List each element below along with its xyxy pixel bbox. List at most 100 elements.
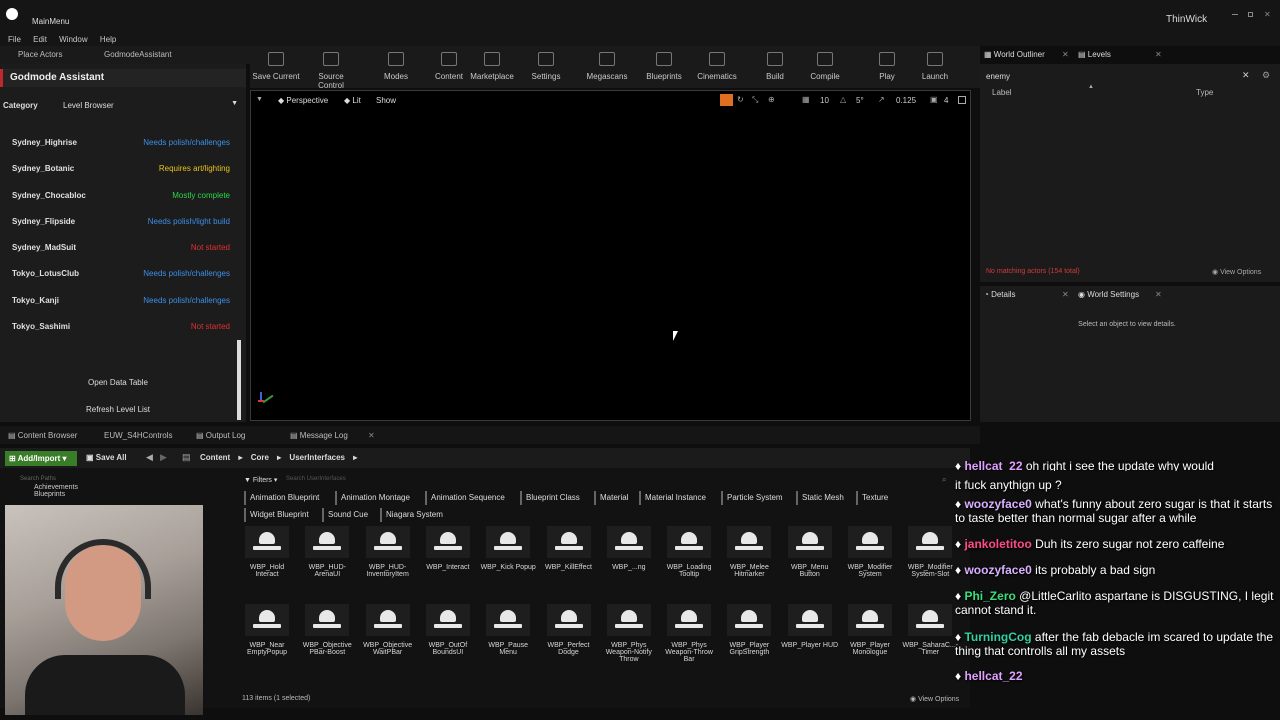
filter-chip[interactable]: Animation Sequence bbox=[425, 491, 509, 505]
filter-chip[interactable]: Widget Blueprint bbox=[244, 508, 313, 522]
asset-tile[interactable]: WBP_Menu Button bbox=[781, 526, 839, 592]
asset-tile[interactable]: WBP_Player HUD bbox=[781, 604, 839, 670]
filter-chip[interactable]: Niagara System bbox=[380, 508, 447, 522]
asset-tile[interactable]: WBP_OutOf BoundsUI bbox=[419, 604, 477, 670]
level-row[interactable]: Sydney_MadSuit Not started bbox=[12, 243, 230, 257]
scale-tool-icon[interactable]: ⤡ bbox=[752, 95, 758, 105]
close-tab-icon[interactable]: ✕ bbox=[1155, 50, 1162, 59]
filter-chip[interactable]: Particle System bbox=[721, 491, 787, 505]
tab-godmode-assistant[interactable]: GodmodeAssistant bbox=[104, 50, 172, 59]
breadcrumb-core[interactable]: Core bbox=[251, 453, 269, 462]
filter-chip[interactable]: Material Instance bbox=[639, 491, 710, 505]
level-row[interactable]: Sydney_Flipside Needs polish/light build bbox=[12, 217, 230, 231]
filter-chip[interactable]: Static Mesh bbox=[796, 491, 848, 505]
scale-snap-value[interactable]: 0.125 bbox=[896, 96, 916, 105]
asset-tile[interactable]: WBP_Phys Weapon-Notify Throw bbox=[600, 604, 658, 670]
asset-tile[interactable]: WBP_Player GripStrength bbox=[720, 604, 778, 670]
column-label[interactable]: Label bbox=[992, 88, 1012, 97]
level-viewport[interactable] bbox=[250, 90, 971, 421]
tree-item[interactable]: Achievements bbox=[26, 484, 78, 491]
filter-options-icon[interactable]: ⚙ bbox=[1262, 70, 1270, 81]
maximize-icon[interactable] bbox=[1248, 12, 1253, 17]
back-arrow-icon[interactable]: ◀ bbox=[146, 452, 153, 463]
asset-tile[interactable]: WBP_Player Monologue bbox=[841, 604, 899, 670]
cb-view-options[interactable]: ◉ View Options bbox=[910, 695, 959, 703]
asset-tile[interactable]: WBP_Hold Interact bbox=[238, 526, 296, 592]
level-row[interactable]: Sydney_Botanic Requires art/lighting bbox=[12, 164, 230, 178]
tab-world-outliner[interactable]: ▦ World Outliner bbox=[984, 50, 1045, 59]
level-row[interactable]: Tokyo_LotusClub Needs polish/challenges bbox=[12, 269, 230, 283]
asset-tile[interactable]: WBP_Objective PBar-Boost bbox=[298, 604, 356, 670]
menu-file[interactable]: File bbox=[8, 35, 21, 44]
launch-button[interactable]: Launch bbox=[909, 50, 961, 81]
angle-snap-value[interactable]: 5° bbox=[856, 96, 864, 105]
asset-tile[interactable]: WBP_Phys Weapon-Throw Bar bbox=[660, 604, 718, 670]
asset-tile[interactable]: WBP_Loading Tooltip bbox=[660, 526, 718, 592]
minimize-icon[interactable] bbox=[1232, 14, 1238, 15]
save-all-button[interactable]: ▣ Save All bbox=[86, 453, 127, 462]
build-button[interactable]: Build bbox=[749, 50, 801, 81]
modes-button[interactable]: Modes bbox=[370, 50, 422, 81]
filter-chip[interactable]: Material bbox=[594, 491, 632, 505]
close-icon[interactable]: ✕ bbox=[1264, 10, 1271, 19]
close-tab-icon[interactable]: ✕ bbox=[368, 431, 375, 440]
world-local-icon[interactable]: ⊕ bbox=[768, 95, 775, 104]
asset-tile[interactable]: WBP_Pause Menu bbox=[479, 604, 537, 670]
breadcrumb-content[interactable]: Content bbox=[200, 453, 230, 462]
asset-tile[interactable]: WBP_Objective WaitPBar bbox=[359, 604, 417, 670]
open-data-table-button[interactable]: Open Data Table bbox=[0, 378, 236, 387]
column-type[interactable]: Type bbox=[1196, 88, 1213, 97]
asset-tile[interactable]: WBP_Modifier System-Slot bbox=[901, 526, 959, 592]
asset-search-input[interactable]: Search UserInterfaces bbox=[286, 476, 346, 482]
search-paths-input[interactable]: Search Paths bbox=[20, 476, 56, 482]
asset-tile[interactable]: WBP_Interact bbox=[419, 526, 477, 592]
angle-snap-icon[interactable]: △ bbox=[840, 95, 846, 104]
play-button[interactable]: Play bbox=[861, 50, 913, 81]
megascans-button[interactable]: Megascans bbox=[581, 50, 633, 81]
rotate-tool-icon[interactable]: ↻ bbox=[737, 95, 744, 104]
tab-levels[interactable]: ▤ Levels bbox=[1078, 50, 1111, 59]
filters-button[interactable]: ▼ Filters ▾ bbox=[244, 476, 277, 484]
filter-chip[interactable]: Animation Blueprint bbox=[244, 491, 323, 505]
save-current-button[interactable]: Save Current bbox=[250, 50, 302, 81]
level-row[interactable]: Sydney_Chocabloc Mostly complete bbox=[12, 191, 230, 205]
asset-tile[interactable]: WBP_Kick Popup bbox=[479, 526, 537, 592]
tab-details[interactable]: ◔ Details bbox=[984, 290, 1016, 299]
tab-place-actors[interactable]: Place Actors bbox=[18, 50, 62, 59]
asset-tile[interactable]: WBP_SaharaC...-Timer bbox=[901, 604, 959, 670]
filter-chip[interactable]: Sound Cue bbox=[322, 508, 372, 522]
tab-message-log[interactable]: ▤ Message Log bbox=[290, 431, 348, 440]
asset-tile[interactable]: WBP_Melee Hitmarker bbox=[720, 526, 778, 592]
close-tab-icon[interactable]: ✕ bbox=[1062, 290, 1069, 299]
viewport-options-button[interactable]: ▼ bbox=[256, 96, 263, 103]
grid-snap-value[interactable]: 10 bbox=[820, 96, 829, 105]
level-row[interactable]: Tokyo_Kanji Needs polish/challenges bbox=[12, 296, 230, 310]
folder-icon[interactable]: ▤ bbox=[182, 452, 191, 463]
asset-tile[interactable]: WBP_Near EmptyPopup bbox=[238, 604, 296, 670]
marketplace-button[interactable]: Marketplace bbox=[466, 50, 518, 81]
maximize-viewport-icon[interactable] bbox=[958, 96, 966, 104]
asset-tile[interactable]: WBP_Perfect Dodge bbox=[540, 604, 598, 670]
refresh-level-list-button[interactable]: Refresh Level List bbox=[0, 405, 236, 414]
search-icon[interactable]: ⌕ bbox=[942, 475, 946, 485]
show-button[interactable]: Show bbox=[376, 96, 396, 105]
list-scrollbar[interactable] bbox=[237, 340, 241, 420]
category-select[interactable]: Level Browser ▼ bbox=[60, 98, 242, 112]
filter-chip[interactable]: Blueprint Class bbox=[520, 491, 584, 505]
camera-speed-value[interactable]: 4 bbox=[944, 96, 948, 105]
menu-help[interactable]: Help bbox=[100, 35, 116, 44]
cinematics-button[interactable]: Cinematics bbox=[691, 50, 743, 81]
tree-item[interactable]: Blueprints bbox=[26, 491, 78, 498]
close-tab-icon[interactable]: ✕ bbox=[1062, 50, 1069, 59]
asset-tile[interactable]: WBP_...ng bbox=[600, 526, 658, 592]
asset-tile[interactable]: WBP_HUD-InventoryItem bbox=[359, 526, 417, 592]
tab-world-settings[interactable]: ◉ World Settings bbox=[1078, 290, 1139, 299]
add-import-button[interactable]: ⊞ Add/Import ▾ bbox=[5, 451, 77, 466]
asset-tile[interactable]: WBP_KillEffect bbox=[540, 526, 598, 592]
breadcrumb-userinterfaces[interactable]: UserInterfaces bbox=[289, 453, 345, 462]
clear-search-icon[interactable]: ✕ bbox=[1242, 70, 1250, 81]
blueprints-button[interactable]: Blueprints bbox=[638, 50, 690, 81]
filter-chip[interactable]: Animation Montage bbox=[335, 491, 414, 505]
forward-arrow-icon[interactable]: ▶ bbox=[160, 452, 167, 463]
perspective-button[interactable]: ◆ Perspective bbox=[278, 96, 328, 105]
